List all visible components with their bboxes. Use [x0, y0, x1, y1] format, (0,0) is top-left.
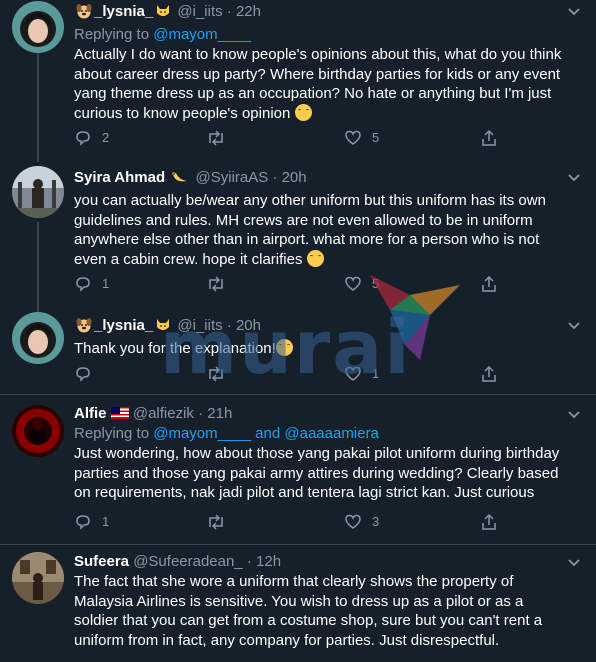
mention-link[interactable]: @mayom____ — [153, 26, 251, 43]
display-name[interactable]: Alfie — [74, 405, 107, 422]
reply-count: 1 — [102, 276, 110, 291]
avatar[interactable] — [12, 312, 64, 364]
tweet-text: you can actually be/wear any other unifo… — [74, 191, 566, 269]
avatar[interactable] — [12, 552, 64, 604]
smiling-face-emoji-icon — [294, 103, 312, 121]
chevron-down-icon[interactable] — [566, 407, 582, 423]
chevron-down-icon[interactable] — [566, 555, 582, 571]
display-name[interactable]: _lysnia_ — [94, 3, 153, 20]
chevron-down-icon[interactable] — [566, 318, 582, 334]
like-count: 5 — [372, 130, 380, 145]
like-count: 1 — [372, 366, 380, 381]
tweet-text-content: Actually I do want to know people's opin… — [74, 46, 562, 122]
like-count: 5 — [372, 276, 380, 291]
reply-count: 2 — [102, 130, 110, 145]
share-icon — [482, 365, 496, 382]
replying-and: and — [255, 425, 281, 442]
heart-icon — [345, 514, 361, 529]
heart-icon — [345, 130, 361, 145]
tweet[interactable]: Syira Ahmad @SyiiraAS · 20h you can actu… — [0, 162, 596, 302]
handle[interactable]: @alfiezik — [133, 405, 194, 422]
tweet-text: Just wondering, how about those yang pak… — [74, 445, 560, 501]
display-name[interactable]: Sufeera — [74, 553, 129, 570]
display-name[interactable]: Syira Ahmad — [74, 169, 165, 186]
tweet[interactable]: _lysnia_ @i_iits · 22h Replying to @mayo… — [0, 0, 596, 160]
like-count: 3 — [372, 514, 380, 529]
replying-to: Replying to @mayom____ and @aaaaamiera — [74, 424, 566, 444]
timestamp[interactable]: 20h — [282, 169, 307, 186]
reply-icon — [76, 367, 90, 382]
banana-emoji-icon — [171, 171, 189, 191]
tweet[interactable]: Alfie @alfiezik · 21h Replying to @mayom… — [0, 395, 596, 545]
retweet-icon — [209, 276, 223, 292]
timestamp[interactable]: 21h — [207, 405, 232, 422]
mention-link[interactable]: @mayom____ — [153, 425, 251, 442]
handle[interactable]: @Sufeeradean_ — [133, 553, 242, 570]
retweet-icon — [209, 514, 223, 530]
heart-icon — [345, 366, 361, 381]
reply-icon — [76, 131, 90, 146]
tweet[interactable]: _lysnia_ @i_iits · 20h Thank you for the… — [0, 310, 596, 390]
retweet-icon — [209, 130, 223, 146]
handle[interactable]: @i_iits — [177, 317, 222, 334]
replying-to: Replying to @mayom____ — [74, 25, 566, 45]
cat-emoji-icon — [155, 3, 171, 25]
tweet-header: Alfie @alfiezik · 21h — [74, 405, 233, 422]
tweet-text: Thank you for the explanation! — [74, 339, 566, 359]
dog-emoji-icon — [76, 3, 92, 25]
dog-emoji-icon — [76, 317, 92, 339]
timestamp[interactable]: 20h — [236, 317, 261, 334]
tweet-text: Actually I do want to know people's opin… — [74, 45, 566, 123]
reply-count: 1 — [102, 514, 110, 529]
cat-emoji-icon — [155, 317, 171, 339]
timestamp[interactable]: 22h — [236, 3, 261, 20]
replying-prefix: Replying to — [74, 26, 150, 43]
malaysia-flag-icon — [110, 407, 129, 419]
avatar[interactable] — [12, 166, 64, 218]
smiling-face-emoji-icon — [306, 249, 324, 267]
timestamp[interactable]: 12h — [256, 553, 281, 570]
handle[interactable]: @i_iits — [177, 3, 222, 20]
tweet-header: Sufeera @Sufeeradean_ · 12h — [74, 553, 282, 570]
retweet-icon — [209, 366, 223, 382]
tweet-header: Syira Ahmad @SyiiraAS · 20h — [74, 168, 566, 191]
tweet-header: _lysnia_ @i_iits · 22h — [74, 2, 566, 25]
tweet-text: The fact that she wore a uniform that cl… — [74, 573, 543, 649]
smiling-face-emoji-icon — [275, 339, 293, 356]
chevron-down-icon[interactable] — [566, 4, 582, 20]
reply-icon — [76, 277, 90, 292]
display-name[interactable]: _lysnia_ — [94, 317, 153, 334]
avatar[interactable] — [12, 1, 64, 53]
replying-prefix: Replying to — [74, 425, 150, 442]
share-icon — [482, 129, 496, 146]
heart-icon — [345, 276, 361, 291]
share-icon — [482, 275, 496, 292]
mention-link[interactable]: @aaaaamiera — [284, 425, 378, 442]
reply-icon — [76, 515, 90, 530]
chevron-down-icon[interactable] — [566, 170, 582, 186]
avatar[interactable] — [12, 405, 64, 457]
tweet[interactable]: Sufeera @Sufeeradean_ · 12h The fact tha… — [0, 545, 596, 662]
tweet-text-content: Thank you for the explanation! — [74, 340, 276, 357]
handle[interactable]: @SyiiraAS — [196, 169, 269, 186]
tweet-header: _lysnia_ @i_iits · 20h — [74, 316, 566, 339]
share-icon — [482, 513, 496, 530]
